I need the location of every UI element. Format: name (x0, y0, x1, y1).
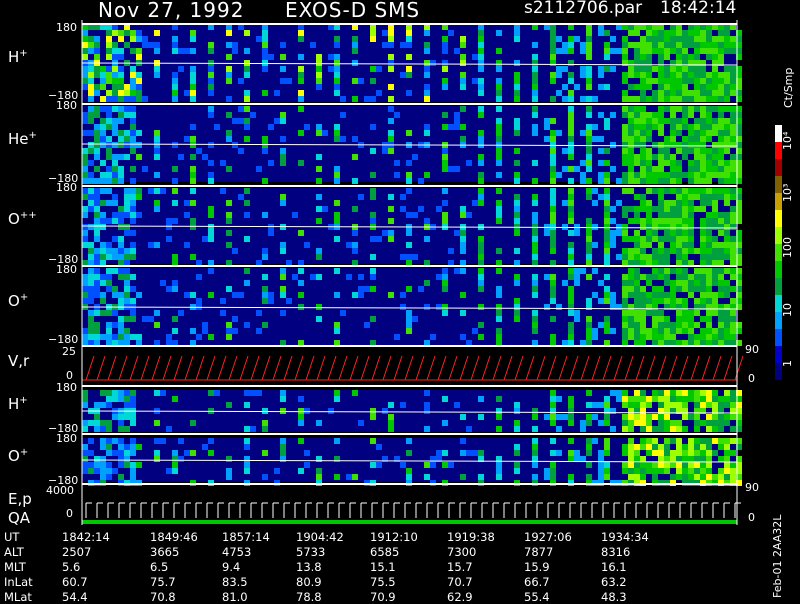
colorbar-swatch (775, 278, 782, 295)
table-cell: 1849:46 (150, 530, 198, 544)
table-cell: 80.9 (296, 575, 322, 589)
table-cell: 75.7 (150, 575, 176, 589)
table-cell: 1934:34 (601, 530, 649, 544)
y-tick: 180 (56, 432, 77, 445)
panel-label-o-plus-plus: O++ (8, 210, 37, 228)
qa-bar (82, 520, 737, 524)
table-cell: 15.1 (370, 560, 396, 574)
table-cell: 62.9 (447, 590, 473, 604)
colorbar-tick: 1 (781, 360, 794, 367)
table-cell: 1842:14 (62, 530, 110, 544)
panel-label-vr: V,r (8, 352, 30, 370)
panel-label-o-plus-2: O+ (8, 447, 29, 465)
table-cell: 70.7 (447, 575, 473, 589)
right-tick: 90 (745, 481, 759, 494)
y-tick: 180 (56, 381, 77, 394)
table-cell: 78.8 (296, 590, 322, 604)
spectrogram-plot (81, 20, 782, 525)
table-cell: 81.0 (222, 590, 248, 604)
table-cell: 70.9 (370, 590, 396, 604)
colorbar-swatch (775, 159, 782, 176)
table-cell: 48.3 (601, 590, 627, 604)
side-note: Feb-01 2AA32L (771, 514, 784, 598)
table-cell: 9.4 (222, 560, 241, 574)
y-tick: 4000 (46, 484, 74, 497)
table-row-label: ALT (4, 545, 24, 559)
colorbar-swatch (775, 261, 782, 278)
table-cell: 6585 (370, 545, 400, 559)
table-cell: 83.5 (222, 575, 248, 589)
colorbar-tick: 10⁴ (781, 131, 794, 150)
table-row-label: MLat (4, 590, 32, 604)
table-cell: 7300 (447, 545, 477, 559)
table-cell: 6.5 (150, 560, 169, 574)
table-cell: 70.8 (150, 590, 176, 604)
table-cell: 15.7 (447, 560, 473, 574)
right-tick: 0 (748, 511, 755, 524)
colorbar-swatch (775, 329, 782, 346)
table-cell: 55.4 (524, 590, 550, 604)
table-row-label: MLT (4, 560, 26, 574)
colorbar-unit: Ct/Smp (782, 67, 795, 108)
table-cell: 66.7 (524, 575, 550, 589)
table-cell: 16.1 (601, 560, 627, 574)
table-cell: 3665 (150, 545, 180, 559)
colorbar-tick: 10 (781, 303, 794, 317)
table-cell: 1904:42 (296, 530, 344, 544)
table-cell: 2507 (62, 545, 92, 559)
y-tick: 25 (62, 345, 76, 358)
colorbar-tick: 10³ (781, 183, 794, 202)
table-cell: 5733 (296, 545, 326, 559)
table-cell: 7877 (524, 545, 554, 559)
y-tick: 0 (66, 507, 73, 520)
table-cell: 15.9 (524, 560, 550, 574)
table-cell: 13.8 (296, 560, 322, 574)
table-cell: 1927:06 (524, 530, 572, 544)
y-tick: 180 (56, 99, 77, 112)
table-cell: 1912:10 (370, 530, 418, 544)
panel-label-h-plus: H+ (8, 48, 28, 66)
table-cell: 63.2 (601, 575, 627, 589)
colorbar-swatch (775, 210, 782, 227)
table-cell: 60.7 (62, 575, 88, 589)
panel-label-he-plus: He+ (8, 130, 37, 148)
table-cell: 54.4 (62, 590, 88, 604)
right-tick: 90 (745, 343, 759, 356)
right-tick: 0 (748, 372, 755, 385)
y-tick: 180 (56, 181, 77, 194)
panel-label-o-plus: O+ (8, 292, 29, 310)
panel-label-qa: QA (8, 509, 31, 527)
table-cell: 4753 (222, 545, 252, 559)
table-row-label: InLat (4, 575, 33, 589)
y-tick: 180 (56, 263, 77, 276)
table-cell: 75.5 (370, 575, 396, 589)
table-cell: 5.6 (62, 560, 81, 574)
colorbar-tick: 100 (781, 237, 794, 258)
y-tick: 180 (56, 21, 77, 34)
panel-label-h-plus-2: H+ (8, 395, 28, 413)
panel-label-ep: E,p (8, 490, 32, 508)
table-cell: 8316 (601, 545, 631, 559)
table-row-label: UT (4, 530, 20, 544)
table-cell: 1857:14 (222, 530, 270, 544)
table-cell: 1919:38 (447, 530, 495, 544)
